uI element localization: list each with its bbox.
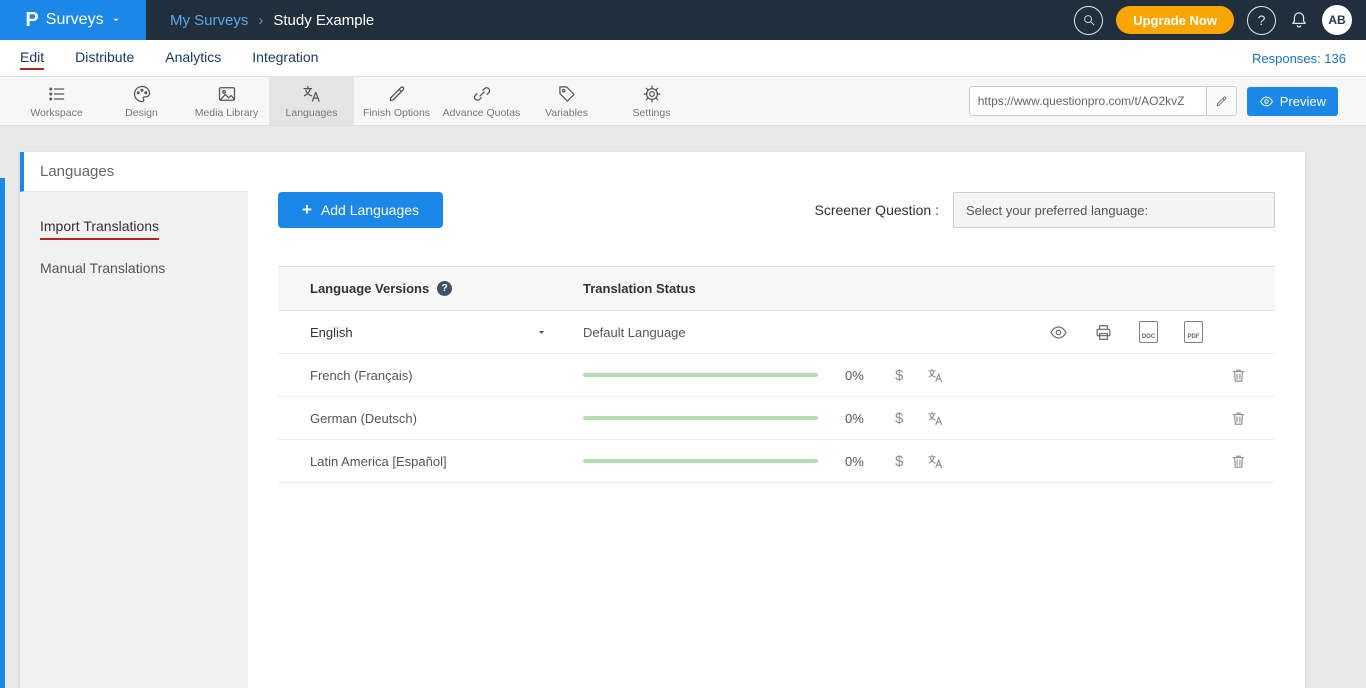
translation-progress-bar	[583, 416, 818, 420]
breadcrumb-current-survey: Study Example	[273, 12, 374, 29]
tab-distribute[interactable]: Distribute	[75, 47, 134, 70]
table-header: Language Versions ? Translation Status	[278, 266, 1275, 311]
paid-translation-icon[interactable]: $	[895, 410, 903, 427]
survey-url-box	[969, 86, 1237, 116]
upgrade-now-button[interactable]: Upgrade Now	[1116, 6, 1234, 34]
eye-icon	[1259, 94, 1274, 109]
add-languages-button[interactable]: + Add Languages	[278, 192, 443, 228]
product-switcher[interactable]: P Surveys	[0, 0, 146, 40]
plus-icon: +	[302, 200, 312, 220]
search-icon	[1082, 13, 1096, 27]
language-name: French (Français)	[310, 368, 413, 383]
breadcrumb-my-surveys[interactable]: My Surveys	[170, 12, 248, 29]
trash-icon[interactable]	[1230, 453, 1247, 470]
printer-icon[interactable]	[1094, 323, 1113, 342]
pdf-export-icon[interactable]: PDF	[1184, 321, 1203, 343]
pencil-icon	[387, 84, 407, 104]
top-bar-actions: Upgrade Now ? AB	[1074, 5, 1366, 35]
toolbar-item-finish-options[interactable]: Finish Options	[354, 77, 439, 125]
chevron-down-icon	[111, 15, 121, 25]
avatar[interactable]: AB	[1322, 5, 1352, 35]
table-row-default-language: English Default Language DOC PDF	[278, 311, 1275, 354]
tab-edit[interactable]: Edit	[20, 47, 44, 70]
top-bar: P Surveys My Surveys › Study Example Upg…	[0, 0, 1366, 40]
edit-url-button[interactable]	[1206, 87, 1236, 115]
language-versions-help-icon[interactable]: ?	[437, 281, 452, 296]
languages-sidebar: Languages Import Translations Manual Tra…	[20, 152, 248, 688]
toolbar-item-media-library[interactable]: Media Library	[184, 77, 269, 125]
eye-icon[interactable]	[1049, 323, 1068, 342]
doc-export-icon[interactable]: DOC	[1139, 321, 1158, 343]
chevron-down-icon[interactable]	[536, 327, 547, 338]
translation-progress-bar	[583, 459, 818, 463]
sidebar-item-import-translations[interactable]: Import Translations	[20, 208, 248, 250]
help-button[interactable]: ?	[1247, 6, 1276, 35]
sidebar-item-manual-translations[interactable]: Manual Translations	[20, 250, 248, 286]
table-row-language: Latin America [Español] 0% $	[278, 440, 1275, 483]
search-button[interactable]	[1074, 6, 1103, 35]
column-language-versions: Language Versions	[310, 281, 429, 296]
toolbar-item-settings[interactable]: Settings	[609, 77, 694, 125]
translation-progress-bar	[583, 373, 818, 377]
translate-icon[interactable]	[927, 453, 944, 470]
languages-actions-row: + Add Languages Screener Question : Sele…	[278, 192, 1275, 228]
responses-count[interactable]: Responses: 136	[1252, 51, 1346, 66]
default-language-name: English	[310, 325, 353, 340]
languages-main-panel: + Add Languages Screener Question : Sele…	[248, 152, 1305, 688]
language-name: German (Deutsch)	[310, 411, 417, 426]
toolbar-item-languages[interactable]: Languages	[269, 77, 354, 125]
translate-icon	[302, 84, 322, 104]
default-language-actions: DOC PDF	[1049, 321, 1203, 343]
trash-icon[interactable]	[1230, 367, 1247, 384]
toolbar-right: Preview	[969, 77, 1366, 125]
left-accent-rail	[0, 178, 5, 688]
trash-icon[interactable]	[1230, 410, 1247, 427]
image-icon	[217, 84, 237, 104]
module-nav: Edit Distribute Analytics Integration Re…	[0, 40, 1366, 77]
tab-analytics[interactable]: Analytics	[165, 47, 221, 70]
notifications-button[interactable]	[1289, 10, 1309, 30]
languages-card: Languages Import Translations Manual Tra…	[20, 152, 1305, 688]
product-name: Surveys	[46, 11, 104, 29]
paid-translation-icon[interactable]: $	[895, 453, 903, 470]
questionpro-logo: P	[25, 9, 38, 32]
sidebar-body: Import Translations Manual Translations	[20, 192, 248, 688]
translation-percent: 0%	[845, 411, 871, 426]
toolbar-item-advance-quotas[interactable]: Advance Quotas	[439, 77, 524, 125]
list-icon	[47, 84, 67, 104]
translate-icon[interactable]	[927, 410, 944, 427]
column-translation-status: Translation Status	[583, 281, 696, 296]
translate-icon[interactable]	[927, 367, 944, 384]
bell-icon	[1289, 10, 1309, 30]
translation-percent: 0%	[845, 368, 871, 383]
content-area: Languages Import Translations Manual Tra…	[0, 152, 1366, 688]
preview-button[interactable]: Preview	[1247, 87, 1338, 116]
breadcrumb: My Surveys › Study Example	[170, 12, 374, 29]
gear-icon	[642, 84, 662, 104]
translation-percent: 0%	[845, 454, 871, 469]
paid-translation-icon[interactable]: $	[895, 367, 903, 384]
link-icon	[472, 84, 492, 104]
palette-icon	[132, 84, 152, 104]
table-row-language: French (Français) 0% $	[278, 354, 1275, 397]
tab-integration[interactable]: Integration	[252, 47, 318, 70]
toolbar-item-variables[interactable]: Variables	[524, 77, 609, 125]
tag-icon	[557, 84, 577, 104]
toolbar-item-design[interactable]: Design	[99, 77, 184, 125]
survey-url-input[interactable]	[970, 94, 1206, 108]
screener-question-label: Screener Question :	[814, 202, 939, 218]
screener-question-select[interactable]: Select your preferred language:	[953, 192, 1275, 228]
question-mark-icon: ?	[1258, 12, 1266, 28]
toolbar-item-workspace[interactable]: Workspace	[14, 77, 99, 125]
language-name: Latin America [Español]	[310, 454, 447, 469]
sidebar-title: Languages	[20, 152, 248, 192]
breadcrumb-separator: ›	[258, 12, 263, 29]
survey-toolbar: Workspace Design Media Library Languages…	[0, 77, 1366, 126]
table-row-language: German (Deutsch) 0% $	[278, 397, 1275, 440]
pencil-icon	[1215, 95, 1228, 108]
module-tabs: Edit Distribute Analytics Integration	[20, 47, 318, 70]
default-language-status: Default Language	[583, 325, 686, 340]
